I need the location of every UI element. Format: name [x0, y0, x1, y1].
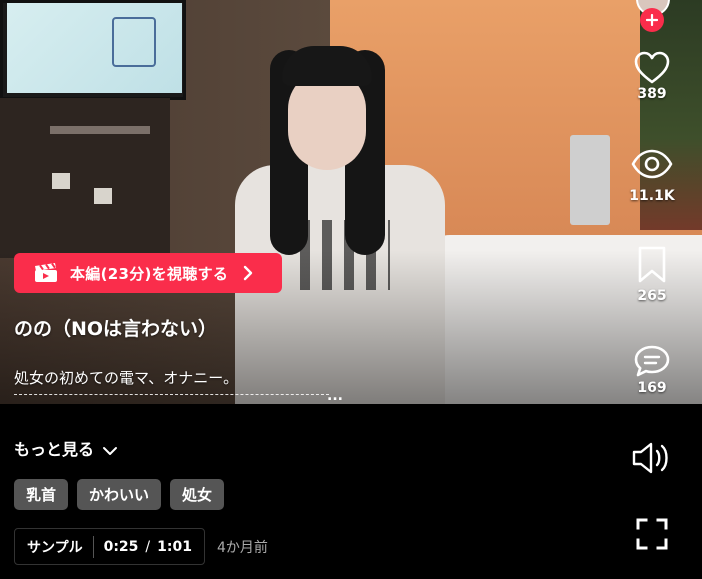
- tag-list: 乳首 かわいい 処女: [14, 479, 225, 510]
- clapperboard-icon: [34, 262, 58, 283]
- follow-button[interactable]: [640, 8, 664, 32]
- show-more-button[interactable]: もっと見る: [14, 436, 118, 460]
- eye-icon: [631, 149, 673, 179]
- comment-icon[interactable]: [633, 344, 671, 378]
- video-frame-tv: [0, 0, 186, 100]
- like-action[interactable]: 389: [612, 50, 692, 102]
- tag-chip[interactable]: 乳首: [14, 479, 69, 510]
- watch-full-video-label: 本編(23分)を視聴する: [70, 264, 229, 283]
- current-time: 0:25: [103, 538, 139, 555]
- video-description: 処女の初めての電マ、オナニー。: [14, 369, 239, 387]
- sample-duration-box: サンプル 0:25 / 1:01: [14, 528, 205, 565]
- video-frame-tv-screen: [7, 3, 182, 93]
- time-separator: /: [145, 538, 151, 555]
- sound-toggle[interactable]: [612, 440, 692, 476]
- video-frame-switch: [94, 188, 112, 204]
- chevron-down-icon: [102, 442, 118, 455]
- watch-full-video-button[interactable]: 本編(23分)を視聴する: [14, 253, 282, 293]
- video-frame-switch: [52, 173, 70, 189]
- plus-icon: [646, 14, 658, 26]
- tag-chip[interactable]: 処女: [170, 479, 225, 510]
- video-player[interactable]: [0, 0, 702, 404]
- video-info-row: サンプル 0:25 / 1:01 4か月前: [14, 528, 268, 565]
- fullscreen-toggle[interactable]: [612, 517, 692, 551]
- posted-date: 4か月前: [216, 539, 268, 556]
- video-frame-hair: [282, 46, 372, 86]
- heart-icon[interactable]: [633, 50, 671, 86]
- video-title: のの（NOは言わない）: [14, 318, 218, 340]
- description-ellipsis: ...: [327, 388, 343, 404]
- sample-label: サンプル: [27, 539, 83, 556]
- total-time: 1:01: [157, 538, 192, 555]
- fullscreen-icon[interactable]: [635, 517, 669, 551]
- comment-count: 169: [637, 380, 667, 396]
- video-frame-cabinet: [0, 98, 170, 258]
- bookmark-icon[interactable]: [637, 246, 667, 284]
- video-frame-tv-qr: [112, 17, 156, 67]
- speaker-icon[interactable]: [631, 440, 673, 476]
- show-more-label: もっと見る: [14, 440, 95, 459]
- comment-action[interactable]: 169: [612, 344, 692, 396]
- video-frame-lamp: [570, 135, 610, 225]
- chevron-right-icon: [242, 265, 254, 281]
- divider: [92, 535, 94, 558]
- like-count: 389: [637, 86, 667, 102]
- video-frame-cabinet-bar: [50, 126, 150, 134]
- save-action[interactable]: 265: [612, 246, 692, 304]
- views-action: 11.1K: [612, 148, 692, 204]
- tag-chip[interactable]: かわいい: [77, 479, 162, 510]
- save-count: 265: [637, 288, 667, 304]
- view-count: 11.1K: [629, 188, 675, 204]
- description-divider: [14, 394, 329, 395]
